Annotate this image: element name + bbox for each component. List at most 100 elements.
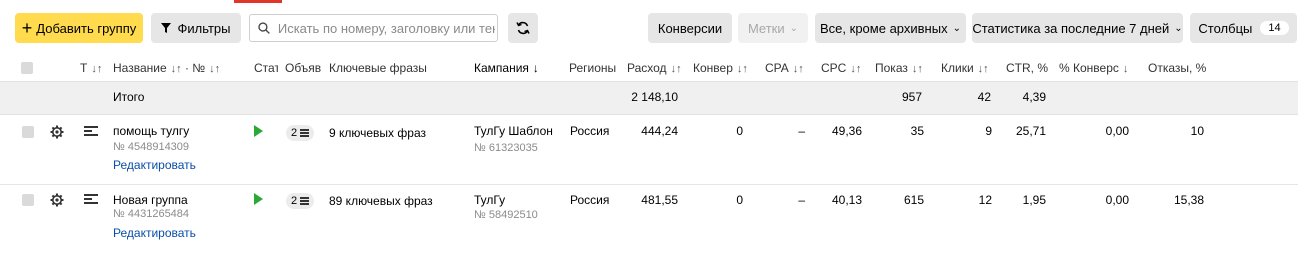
header-status-label: Стат [254, 61, 278, 75]
add-group-label: Добавить группу [36, 20, 137, 36]
cost: 444,24 [641, 124, 678, 138]
sort-icon: ↓↑ [911, 63, 923, 75]
ads-icon [300, 196, 310, 206]
ctr: 25,71 [1015, 124, 1046, 138]
header-regions[interactable]: Регионы [569, 61, 616, 75]
cost: 481,55 [641, 193, 678, 207]
active-tab-indicator [234, 0, 282, 3]
header-ctr-label: CTR, % [1006, 61, 1048, 75]
header-keywords[interactable]: Ключевые фразы [329, 61, 427, 75]
row-checkbox[interactable] [22, 126, 34, 138]
header-type[interactable]: Т ↓↑ [80, 61, 102, 75]
tags-dropdown[interactable]: Метки ⌄ [738, 13, 808, 43]
header-keywords-label: Ключевые фразы [329, 61, 427, 75]
conversions-label: Конверсии [657, 20, 723, 36]
row-checkbox[interactable] [22, 194, 34, 206]
header-campaign-label: Кампания [474, 61, 529, 75]
select-all-checkbox[interactable] [21, 62, 33, 74]
sort-icon: ↓↑ [209, 63, 221, 75]
header-campaign[interactable]: Кампания ↓ [474, 61, 539, 75]
header-bounces[interactable]: Отказы, %↓↑ [1148, 61, 1208, 75]
status-filter-dropdown[interactable]: Все, кроме архивных ⌄ [815, 13, 966, 43]
edit-link[interactable]: Редактировать [113, 158, 196, 172]
header-ads-label: Объяв [285, 61, 321, 75]
play-icon[interactable] [254, 125, 263, 137]
sort-icon: ↓↑ [170, 63, 182, 75]
header-clicks[interactable]: Клики ↓↑ [941, 61, 989, 75]
cpc: 49,36 [831, 124, 862, 138]
chevron-down-icon: ⌄ [952, 22, 961, 34]
conversions: 0 [736, 193, 743, 207]
add-group-button[interactable]: + Добавить группу [15, 13, 143, 43]
total-cost: 2 148,10 [631, 90, 678, 104]
group-id: № 4431265484 [113, 208, 190, 220]
ads-count-badge[interactable]: 2 [286, 125, 315, 141]
stats-period-label: Статистика за последние 7 дней [972, 20, 1170, 36]
keywords-link[interactable]: 89 ключевых фраз [329, 194, 433, 208]
filters-button[interactable]: Фильтры [151, 13, 241, 43]
clicks: 12 [978, 193, 992, 207]
header-status[interactable]: Стат [254, 61, 278, 75]
conversions-button[interactable]: Конверсии [648, 13, 732, 43]
header-impressions-label: Показ [875, 61, 908, 75]
bounces: 10 [1190, 124, 1204, 138]
cpc: 40,13 [831, 193, 862, 207]
plus-icon: + [21, 18, 33, 38]
group-name[interactable]: Новая группа [113, 193, 188, 207]
sort-icon: ↓↑ [977, 63, 989, 75]
status-filter-label: Все, кроме архивных [820, 20, 948, 36]
conv-rate: 0,00 [1105, 193, 1129, 207]
campaign-id: № 58492510 [474, 209, 538, 221]
impressions: 35 [910, 124, 924, 138]
impressions: 615 [903, 193, 924, 207]
header-conversions[interactable]: Конвер ↓↑ [693, 61, 748, 75]
search-field[interactable] [249, 14, 498, 42]
campaign-name[interactable]: ТулГу [474, 193, 505, 207]
list-icon [84, 194, 98, 206]
gear-icon[interactable] [50, 193, 64, 207]
stats-period-dropdown[interactable]: Статистика за последние 7 дней ⌄ [972, 13, 1183, 43]
columns-button[interactable]: Столбцы 14 [1190, 13, 1297, 43]
toolbar: + Добавить группу Фильтры Конверсии Метк… [0, 13, 1298, 45]
ads-count-badge[interactable]: 2 [286, 193, 315, 209]
ctr: 1,95 [1022, 193, 1046, 207]
header-conv-rate[interactable]: % Конверс↓↑ [1059, 61, 1129, 75]
header-cpc[interactable]: CPC ↓↑ [821, 61, 861, 75]
search-input[interactable] [275, 19, 497, 37]
header-impressions[interactable]: Показ ↓↑ [875, 61, 925, 75]
header-clicks-label: Клики [941, 61, 974, 75]
gear-icon[interactable] [50, 125, 64, 139]
header-cost-label: Расход [627, 61, 667, 75]
conversions: 0 [736, 124, 743, 138]
header-type-label: Т [80, 61, 88, 75]
header-name-label: Название [113, 61, 167, 75]
table-row: Новая группа № 4431265484 Редактировать … [0, 183, 1298, 253]
cpa: – [798, 124, 805, 138]
header-conv-rate-label: % Конверс [1059, 61, 1119, 75]
edit-link[interactable]: Редактировать [113, 226, 196, 240]
columns-label: Столбцы [1198, 20, 1253, 36]
bounces: 15,38 [1173, 193, 1204, 207]
tags-label: Метки [747, 20, 785, 36]
campaign-name[interactable]: ТулГу Шаблон [474, 124, 553, 138]
total-clicks: 42 [977, 90, 991, 104]
keywords-link[interactable]: 9 ключевых фраз [329, 126, 426, 140]
header-cost[interactable]: Расход ↓↑ [627, 61, 682, 75]
header-bounces-label: Отказы, % [1148, 61, 1207, 75]
sort-icon: ↓↑ [736, 63, 748, 75]
clicks: 9 [985, 124, 992, 138]
refresh-icon [516, 21, 530, 35]
search-icon [258, 22, 270, 34]
header-name[interactable]: Название ↓↑ · № ↓↑ [113, 61, 220, 75]
header-cpc-label: CPC [821, 61, 847, 75]
funnel-icon [161, 23, 172, 33]
conv-rate: 0,00 [1105, 124, 1129, 138]
header-ctr[interactable]: CTR, %↓↑ [1006, 61, 1052, 75]
header-ads[interactable]: Объяв [285, 61, 321, 75]
play-icon[interactable] [254, 193, 263, 205]
refresh-button[interactable] [508, 13, 538, 43]
chevron-down-icon: ⌄ [1174, 22, 1183, 34]
sort-icon: ↓↑ [1122, 63, 1129, 75]
header-cpa[interactable]: CPA ↓↑ [765, 61, 804, 75]
group-name[interactable]: помощь тулгу [113, 124, 189, 138]
